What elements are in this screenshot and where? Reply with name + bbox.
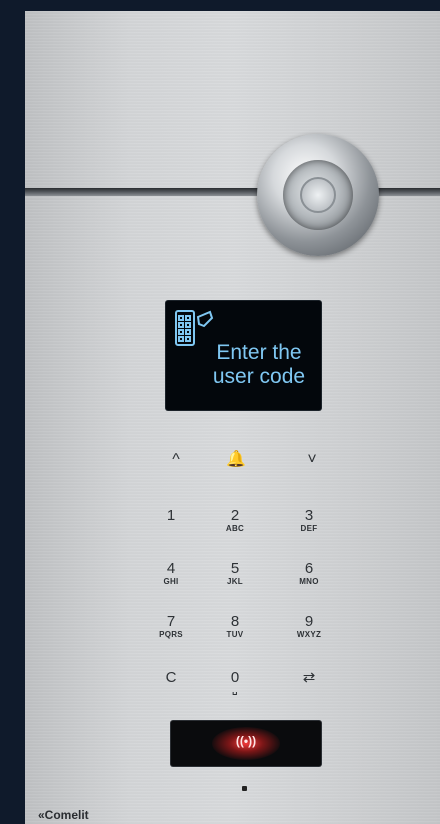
card-reader[interactable]: ((•)) xyxy=(171,721,321,766)
key-0[interactable]: 0 ␣ xyxy=(212,670,258,696)
key-5[interactable]: 5 JKL xyxy=(212,561,258,587)
key-enter[interactable]: ⇄ xyxy=(286,670,332,686)
lens-center xyxy=(300,177,336,213)
bell-icon: 🔔 xyxy=(226,451,246,468)
status-display: Enter the user code xyxy=(166,301,321,410)
key-number: 6 xyxy=(304,560,314,577)
key-letters: WXYZ xyxy=(296,630,322,639)
key-letters: JKL xyxy=(226,577,243,586)
key-2[interactable]: 2 ABC xyxy=(212,508,258,534)
key-letters: DEF xyxy=(300,524,318,533)
key-number: 1 xyxy=(166,507,176,524)
key-number: 2 xyxy=(230,507,240,524)
key-number: 7 xyxy=(166,613,176,630)
key-letters: GHI xyxy=(163,577,179,586)
brand-logo: «Comelit xyxy=(38,808,89,822)
nfc-icon: ((•)) xyxy=(235,734,257,748)
key-6[interactable]: 6 MNO xyxy=(286,561,332,587)
key-4[interactable]: 4 GHI xyxy=(148,561,194,587)
key-8[interactable]: 8 TUV xyxy=(212,614,258,640)
frame-left xyxy=(0,0,25,824)
screen-message: Enter the user code xyxy=(212,341,306,388)
intercom-panel xyxy=(25,11,440,824)
key-number: 3 xyxy=(304,507,314,524)
nav-down-button[interactable]: ˅ xyxy=(292,448,332,472)
key-letters: ␣ xyxy=(232,686,238,695)
key-letters: ABC xyxy=(225,524,245,533)
key-number: 9 xyxy=(304,613,314,630)
key-number: 4 xyxy=(166,560,176,577)
chevron-up-icon: ^ xyxy=(172,451,180,468)
key-7[interactable]: 7 PQRS xyxy=(148,614,194,640)
key-clear[interactable]: C xyxy=(148,670,194,686)
key-number: 0 xyxy=(230,669,240,686)
key-number: 5 xyxy=(230,560,240,577)
key-1[interactable]: 1 xyxy=(148,508,194,524)
chevron-down-icon: ˅ xyxy=(307,451,317,468)
key-3[interactable]: 3 DEF xyxy=(286,508,332,534)
key-letters: TUV xyxy=(226,630,244,639)
nav-up-button[interactable]: ^ xyxy=(156,448,196,472)
key-9[interactable]: 9 WXYZ xyxy=(286,614,332,640)
key-number: C xyxy=(165,669,177,686)
nav-bell-button[interactable]: 🔔 xyxy=(216,448,256,472)
camera-lens-icon xyxy=(283,160,353,230)
key-letters: PQRS xyxy=(159,630,183,639)
frame-top xyxy=(0,0,440,11)
sensor-dot xyxy=(242,786,247,791)
key-letters: MNO xyxy=(299,577,319,586)
key-number: 8 xyxy=(230,613,240,630)
enter-icon: ⇄ xyxy=(302,669,316,686)
